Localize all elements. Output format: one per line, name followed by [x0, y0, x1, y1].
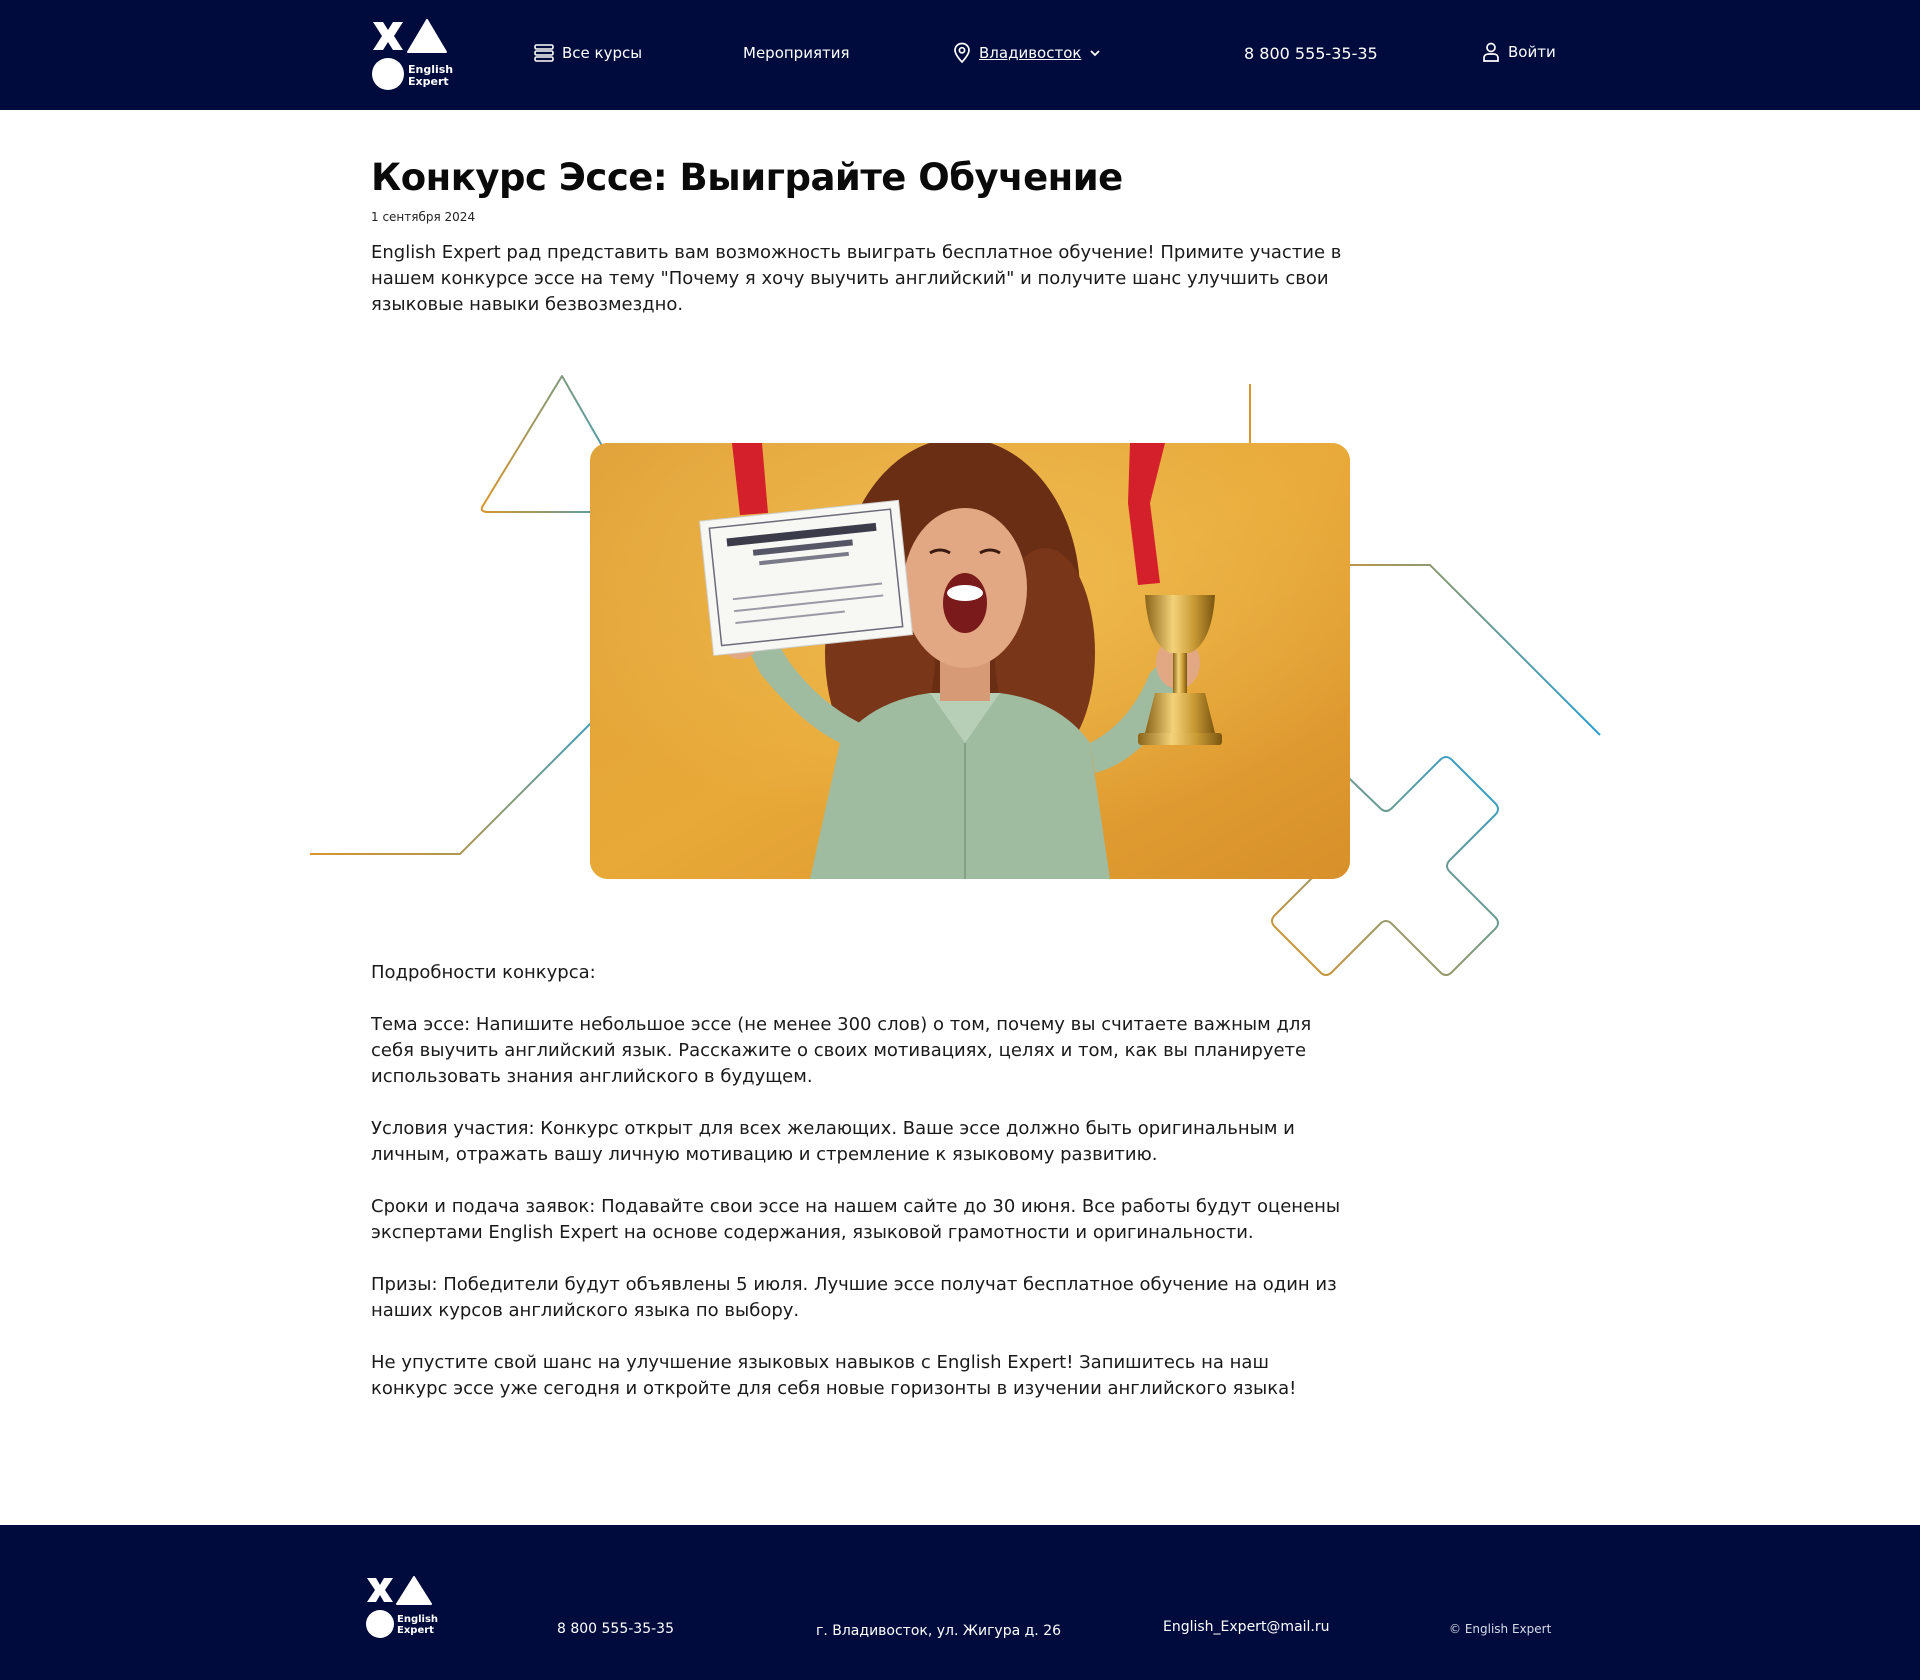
topic-paragraph: Тема эссе: Напишите небольшое эссе (не м… — [371, 1014, 1312, 1087]
footer-address: г. Владивосток, ул. Жигура д. 26 — [816, 1623, 1062, 1639]
footer-email[interactable]: English_Expert@mail.ru — [1163, 1619, 1330, 1635]
logo-text-expert: Expert — [408, 74, 449, 88]
footer-logo-text-expert: Expert — [397, 1624, 434, 1636]
city-selector[interactable]: Владивосток — [953, 42, 1101, 64]
nav-events-label: Мероприятия — [743, 44, 850, 62]
location-pin-icon — [954, 42, 970, 64]
hero-image — [590, 443, 1350, 879]
logo[interactable]: English Expert — [371, 18, 455, 92]
footer-phone[interactable]: 8 800 555-35-35 — [557, 1621, 674, 1637]
logo-text-english: English — [408, 63, 454, 76]
hero-illustration — [590, 443, 1350, 879]
footer-logo-text-english: English — [397, 1614, 439, 1625]
nav-events[interactable]: Мероприятия — [743, 44, 849, 62]
prizes-paragraph: Призы: Победители будут объявлены 5 июля… — [371, 1274, 1337, 1321]
user-icon — [1483, 42, 1499, 62]
login-label: Войти — [1508, 43, 1556, 61]
header-phone[interactable]: 8 800 555-35-35 — [1244, 44, 1378, 63]
burger-icon — [534, 44, 554, 62]
site-header: English Expert Все курсы Мероприятия Вла… — [0, 0, 1920, 110]
header-phone-label: 8 800 555-35-35 — [1244, 44, 1378, 63]
chevron-down-icon — [1090, 50, 1101, 57]
page-title: Конкурс Эссе: Выиграйте Обучение — [371, 156, 1123, 199]
deadline-paragraph: Сроки и подача заявок: Подавайте свои эс… — [371, 1196, 1341, 1243]
site-footer: English Expert 8 800 555-35-35 г. Владив… — [0, 1525, 1920, 1680]
footer-copyright: © English Expert — [1449, 1622, 1552, 1636]
intro-paragraph: English Expert рад представить вам возмо… — [371, 242, 1342, 315]
nav-all-courses-label: Все курсы — [562, 44, 643, 62]
conditions-paragraph: Условия участия: Конкурс открыт для всех… — [371, 1118, 1295, 1165]
city-label: Владивосток — [979, 44, 1082, 62]
diagonal-line-left — [310, 693, 621, 855]
closing-paragraph: Не упустите свой шанс на улучшение языко… — [371, 1352, 1297, 1399]
details-heading: Подробности конкурса: — [371, 962, 596, 983]
nav-all-courses[interactable]: Все курсы — [534, 44, 642, 62]
footer-logo[interactable]: English Expert — [365, 1574, 445, 1640]
login-button[interactable]: Войти — [1482, 42, 1556, 62]
publish-date: 1 сентября 2024 — [371, 210, 476, 224]
